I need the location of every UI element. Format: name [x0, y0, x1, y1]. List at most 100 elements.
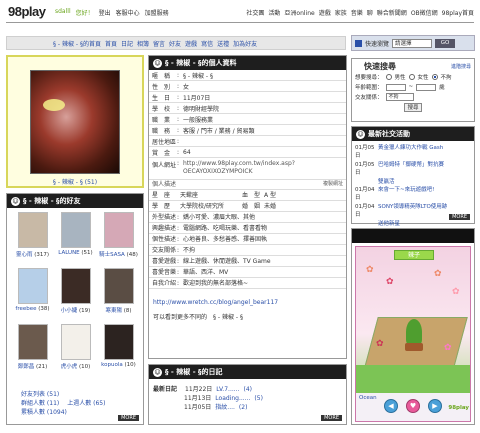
- friend-name[interactable]: freebee (38): [11, 306, 54, 312]
- avatar-caption[interactable]: § - 辣椒 - § (51): [8, 177, 142, 186]
- profile-url-value[interactable]: http://www.98play.com.tw/index.asp?OECAY…: [183, 160, 346, 176]
- friend-name-link[interactable]: freebee: [15, 306, 36, 312]
- top-link-music[interactable]: 音樂: [351, 8, 363, 17]
- friend-avatar[interactable]: [103, 324, 134, 360]
- nav-add-friend[interactable]: 加為好友: [233, 39, 257, 48]
- quick-browse-go-button[interactable]: GO: [435, 38, 456, 48]
- friend-name[interactable]: kopuola (10): [97, 362, 140, 368]
- nav-games[interactable]: 遊戲: [185, 39, 197, 48]
- friend-avatar[interactable]: [103, 212, 134, 248]
- news-text[interactable]: SONY領導精英隊LTO使用跡: [378, 203, 447, 220]
- friend-name[interactable]: 虎小虎 (10): [54, 362, 97, 370]
- nav-diary[interactable]: 日記: [121, 39, 133, 48]
- garden-prev-button[interactable]: ◀: [384, 399, 398, 413]
- female-radio[interactable]: [408, 74, 415, 80]
- top-link-asia-online[interactable]: 亞洲online: [284, 8, 314, 17]
- friend-card[interactable]: 靈心雨 (317): [11, 212, 54, 264]
- news-text[interactable]: 來會一下~來玩遊戲吧!: [378, 186, 434, 203]
- news-item[interactable]: 01月05日 巴哈姆特「擲硬幣」對抗賽: [355, 161, 471, 178]
- friend-name[interactable]: 鄭鄭昌 (21): [11, 362, 54, 370]
- friend-card[interactable]: LALUNE (51): [54, 212, 97, 264]
- nav-home[interactable]: 首頁: [105, 39, 117, 48]
- top-link-ob[interactable]: OB徵信網: [411, 8, 438, 17]
- top-link-chat[interactable]: 聊: [367, 8, 373, 17]
- friend-card[interactable]: kopuola (10): [97, 324, 140, 376]
- top-link-udn[interactable]: 聯合新聞網: [377, 8, 407, 17]
- diary-count[interactable]: (5): [254, 394, 263, 403]
- news-item[interactable]: 01月05日 黃金獵人練功大作戰 Gash: [355, 144, 471, 161]
- friend-name-link[interactable]: 靈心雨: [16, 252, 33, 258]
- top-link-games[interactable]: 遊戲: [319, 8, 331, 17]
- friend-name-link[interactable]: 虎小虎: [61, 364, 78, 370]
- profile-photo[interactable]: [30, 70, 120, 174]
- friend-name-link[interactable]: kopuola: [101, 362, 123, 368]
- news-text[interactable]: 雙贏活: [378, 178, 395, 186]
- friend-card[interactable]: freebee (38): [11, 268, 54, 320]
- friend-name[interactable]: LALUNE (51): [54, 250, 97, 256]
- friend-name-link[interactable]: 騎士SASA: [99, 252, 125, 258]
- friend-avatar[interactable]: [60, 324, 91, 360]
- news-text[interactable]: 送他新星: [378, 220, 400, 228]
- news-item[interactable]: 雙贏活: [355, 178, 471, 186]
- friend-card[interactable]: 虎小虎 (10): [54, 324, 97, 376]
- advanced-search-link[interactable]: 進階搜尋: [451, 63, 471, 70]
- friend-avatar[interactable]: [60, 268, 91, 304]
- friend-name-link[interactable]: 鄭鄭昌: [18, 364, 35, 370]
- friend-avatar[interactable]: [17, 268, 48, 304]
- blog-link[interactable]: http://www.wretch.cc/blog/angel_bear117: [153, 299, 278, 306]
- friend-avatar[interactable]: [17, 324, 48, 360]
- top-link-family[interactable]: 家族: [335, 8, 347, 17]
- copy-url-button[interactable]: 複製網址: [323, 180, 343, 187]
- relation-select[interactable]: 不拘: [385, 93, 414, 101]
- friend-name[interactable]: 騎士SASA (48): [97, 250, 140, 258]
- news-item[interactable]: 01月04日 來會一下~來玩遊戲吧!: [355, 186, 471, 203]
- news-text[interactable]: 黃金獵人練功大作戰 Gash: [378, 144, 443, 161]
- diary-count[interactable]: (2): [239, 403, 248, 412]
- top-link-social[interactable]: 社交團: [246, 8, 264, 17]
- total-count-link[interactable]: 累積人數 (1094): [21, 408, 67, 417]
- garden-game-scene[interactable]: 辣子 ✿ ✿ ✿ ✿ ✿ ✿ Ocean ◀ ♥ ▶ 98play: [355, 246, 471, 422]
- site-logo[interactable]: 98play: [8, 4, 46, 19]
- group-count-link[interactable]: 群組人數 (11): [21, 399, 59, 408]
- age-min-input[interactable]: [385, 83, 406, 91]
- news-more-button[interactable]: MORE: [449, 214, 470, 220]
- friend-list-link[interactable]: 好友列表 (51): [21, 390, 59, 399]
- friend-card[interactable]: 小小婕 (19): [54, 268, 97, 320]
- diary-title-link[interactable]: Loading......: [215, 394, 250, 403]
- friend-avatar[interactable]: [103, 268, 134, 304]
- age-max-input[interactable]: [416, 83, 437, 91]
- nav-send-gift[interactable]: 送禮: [217, 39, 229, 48]
- any-gender-radio[interactable]: [431, 74, 438, 80]
- friend-card[interactable]: 鄭鄭昌 (21): [11, 324, 54, 376]
- top-link-home[interactable]: 98play首頁: [442, 8, 474, 17]
- username-link[interactable]: sdalll: [55, 8, 71, 17]
- partner-service-link[interactable]: 加盟服務: [145, 8, 169, 17]
- search-submit-button[interactable]: 搜尋: [404, 103, 422, 112]
- nav-friends[interactable]: 好友: [169, 39, 181, 48]
- top-link-activity[interactable]: 活動: [268, 8, 280, 17]
- friend-avatar[interactable]: [60, 212, 91, 248]
- nav-home-of-user[interactable]: § - 辣椒 - §的首頁: [53, 39, 101, 48]
- plant-icon[interactable]: [406, 319, 422, 345]
- friend-name-link[interactable]: 小小婕: [61, 308, 78, 314]
- news-item[interactable]: 送他新星: [355, 220, 471, 228]
- news-text[interactable]: 巴哈姆特「擲硬幣」對抗賽: [378, 161, 444, 178]
- friend-name-link[interactable]: LALUNE: [58, 250, 79, 256]
- friends-more-button[interactable]: MORE: [118, 415, 139, 421]
- nav-album[interactable]: 相簿: [137, 39, 149, 48]
- friend-name-link[interactable]: 寒東陽: [105, 308, 122, 314]
- garden-play-button[interactable]: ♥: [406, 399, 420, 413]
- friend-name[interactable]: 靈心雨 (317): [11, 250, 54, 258]
- logout-link[interactable]: 登出: [99, 8, 111, 17]
- friend-name[interactable]: 寒東陽 (8): [97, 306, 140, 314]
- garden-next-button[interactable]: ▶: [428, 399, 442, 413]
- diary-count[interactable]: (4): [243, 385, 252, 394]
- service-center-link[interactable]: 客服中心: [116, 8, 140, 17]
- last-week-count-link[interactable]: 上週人數 (65): [67, 399, 105, 408]
- diary-title-link[interactable]: 指紋....: [215, 403, 235, 412]
- nav-guestbook[interactable]: 留言: [153, 39, 165, 48]
- friend-name[interactable]: 小小婕 (19): [54, 306, 97, 314]
- quick-browse-select[interactable]: 請選擇: [392, 38, 433, 48]
- friend-avatar[interactable]: [17, 212, 48, 248]
- diary-more-button[interactable]: MORE: [321, 415, 342, 421]
